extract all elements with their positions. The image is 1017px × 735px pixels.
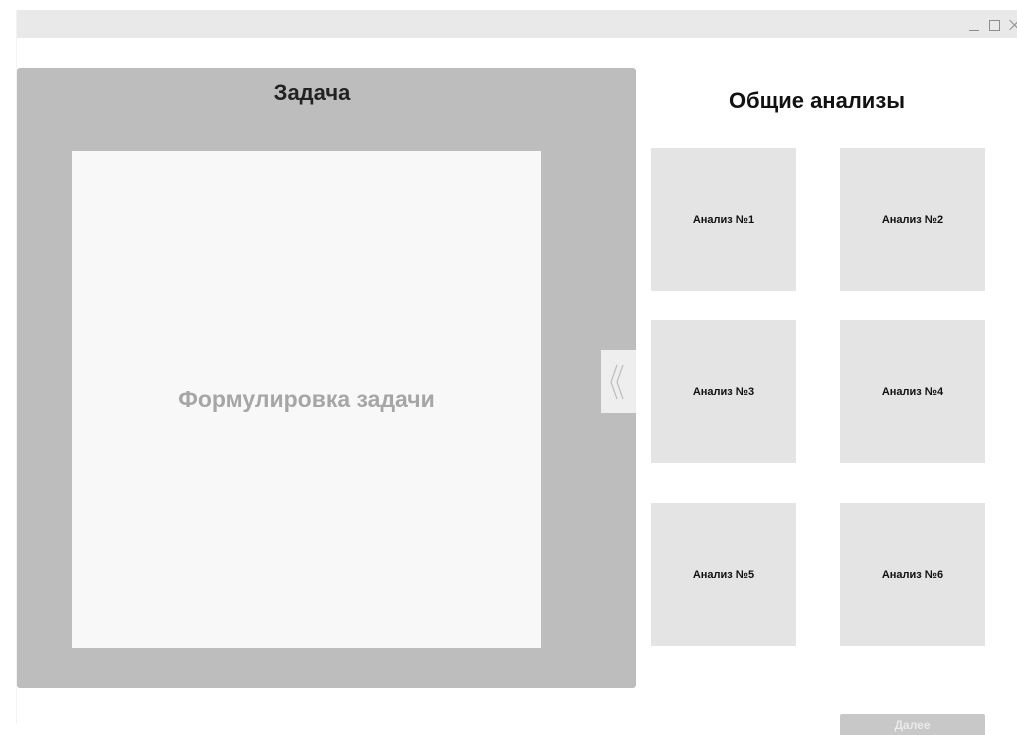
minimize-icon[interactable]: [968, 19, 980, 31]
analysis-label: Анализ №3: [692, 385, 755, 398]
analysis-label: Анализ №2: [881, 213, 944, 226]
analysis-card-1[interactable]: Анализ №1: [651, 148, 796, 291]
title-bar: [17, 10, 1017, 38]
analysis-card-3[interactable]: Анализ №3: [651, 320, 796, 463]
analysis-label: Анализ №4: [881, 385, 944, 398]
analysis-label: Анализ №5: [692, 568, 755, 581]
app-window: Задача Формулировка задачи Общие анализы…: [16, 10, 1017, 735]
maximize-icon[interactable]: [989, 19, 1000, 31]
task-panel: Задача Формулировка задачи: [17, 68, 636, 688]
analysis-card-2[interactable]: Анализ №2: [840, 148, 985, 291]
analysis-card-4[interactable]: Анализ №4: [840, 320, 985, 463]
analysis-label: Анализ №6: [881, 568, 944, 581]
analysis-card-6[interactable]: Анализ №6: [840, 503, 985, 646]
double-chevron-left-icon: [610, 364, 624, 400]
analyses-title: Общие анализы: [728, 88, 906, 113]
window-controls: [968, 16, 1017, 34]
task-formulation-area: Формулировка задачи: [72, 151, 541, 648]
task-formulation-text: Формулировка задачи: [178, 386, 435, 412]
analysis-label: Анализ №1: [692, 213, 755, 226]
next-button[interactable]: Далее: [840, 714, 985, 735]
collapse-panel-button[interactable]: [601, 350, 636, 413]
task-title: Задача: [273, 80, 351, 105]
analysis-card-5[interactable]: Анализ №5: [651, 503, 796, 646]
close-icon[interactable]: [1009, 19, 1017, 31]
